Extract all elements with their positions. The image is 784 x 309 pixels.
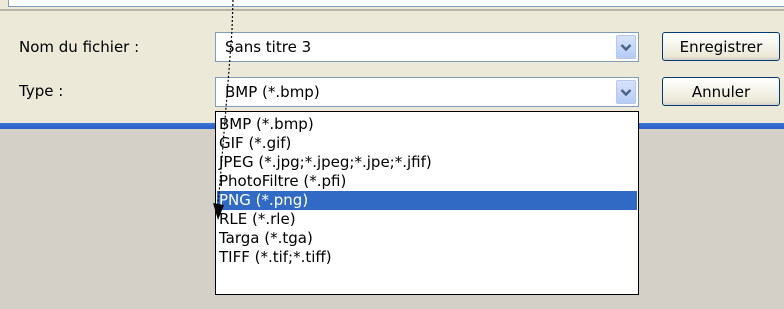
type-value[interactable]: BMP (*.bmp) (225, 83, 320, 101)
type-option-bmp[interactable]: BMP (*.bmp) (217, 115, 637, 134)
type-option-tiff[interactable]: TIFF (*.tif;*.tiff) (217, 248, 637, 267)
filename-combobox[interactable]: Sans titre 3 (215, 32, 639, 62)
filename-value[interactable]: Sans titre 3 (225, 38, 311, 56)
type-option-targa[interactable]: Targa (*.tga) (217, 229, 637, 248)
type-option-png[interactable]: PNG (*.png) (217, 191, 637, 210)
type-option-photofiltre[interactable]: PhotoFiltre (*.pfi) (217, 172, 637, 191)
type-combobox[interactable]: BMP (*.bmp) (215, 77, 639, 107)
file-list-panel-edge (0, 0, 784, 11)
type-option-gif[interactable]: GIF (*.gif) (217, 134, 637, 153)
type-label: Type : (19, 82, 64, 100)
type-option-jpeg[interactable]: JPEG (*.jpg;*.jpeg;*.jpe;*.jfif) (217, 153, 637, 172)
file-list-area (8, 0, 784, 7)
chevron-down-icon[interactable] (616, 80, 636, 104)
type-dropdown-list[interactable]: BMP (*.bmp) GIF (*.gif) JPEG (*.jpg;*.jp… (215, 111, 639, 295)
chevron-down-icon[interactable] (616, 35, 636, 59)
filename-label: Nom du fichier : (19, 38, 140, 56)
type-option-rle[interactable]: RLE (*.rle) (217, 210, 637, 229)
save-button[interactable]: Enregistrer (662, 32, 780, 61)
cancel-button[interactable]: Annuler (662, 77, 780, 106)
